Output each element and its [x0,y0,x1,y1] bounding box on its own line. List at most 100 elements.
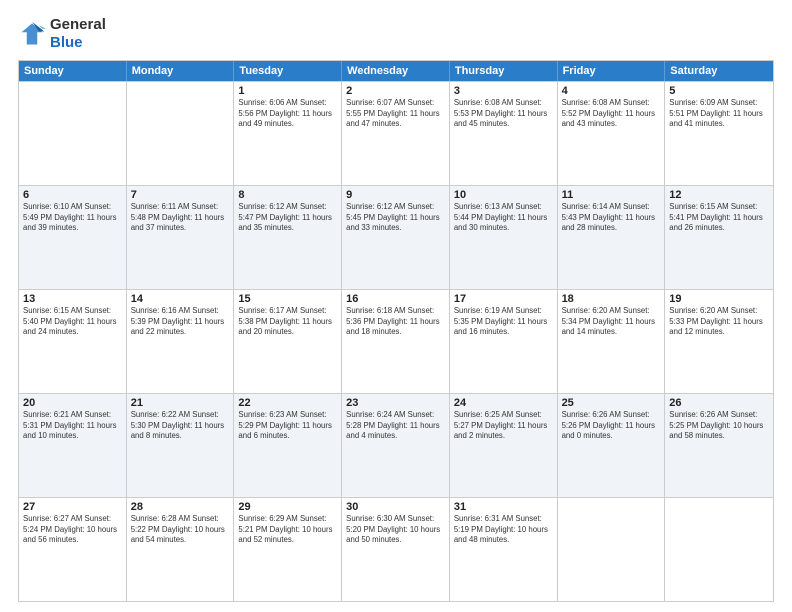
calendar-cell: 3Sunrise: 6:08 AM Sunset: 5:53 PM Daylig… [450,82,558,185]
cell-info: Sunrise: 6:18 AM Sunset: 5:36 PM Dayligh… [346,306,445,338]
calendar-cell [127,82,235,185]
calendar-cell: 9Sunrise: 6:12 AM Sunset: 5:45 PM Daylig… [342,186,450,289]
calendar-cell: 19Sunrise: 6:20 AM Sunset: 5:33 PM Dayli… [665,290,773,393]
calendar-cell: 13Sunrise: 6:15 AM Sunset: 5:40 PM Dayli… [19,290,127,393]
calendar-cell: 23Sunrise: 6:24 AM Sunset: 5:28 PM Dayli… [342,394,450,497]
header: General Blue [18,16,774,52]
cell-info: Sunrise: 6:20 AM Sunset: 5:34 PM Dayligh… [562,306,661,338]
cell-day-number: 2 [346,85,445,97]
calendar-cell: 7Sunrise: 6:11 AM Sunset: 5:48 PM Daylig… [127,186,235,289]
calendar-cell: 5Sunrise: 6:09 AM Sunset: 5:51 PM Daylig… [665,82,773,185]
cell-info: Sunrise: 6:27 AM Sunset: 5:24 PM Dayligh… [23,514,122,546]
cal-header-tuesday: Tuesday [234,61,342,81]
calendar-cell: 2Sunrise: 6:07 AM Sunset: 5:55 PM Daylig… [342,82,450,185]
calendar-cell [665,498,773,601]
cell-day-number: 20 [23,397,122,409]
cell-info: Sunrise: 6:14 AM Sunset: 5:43 PM Dayligh… [562,202,661,234]
calendar-cell: 1Sunrise: 6:06 AM Sunset: 5:56 PM Daylig… [234,82,342,185]
cell-info: Sunrise: 6:10 AM Sunset: 5:49 PM Dayligh… [23,202,122,234]
cell-day-number: 17 [454,293,553,305]
cell-day-number: 22 [238,397,337,409]
calendar-row-3: 20Sunrise: 6:21 AM Sunset: 5:31 PM Dayli… [19,393,773,497]
calendar-cell: 31Sunrise: 6:31 AM Sunset: 5:19 PM Dayli… [450,498,558,601]
cell-info: Sunrise: 6:21 AM Sunset: 5:31 PM Dayligh… [23,410,122,442]
calendar-cell: 18Sunrise: 6:20 AM Sunset: 5:34 PM Dayli… [558,290,666,393]
cell-info: Sunrise: 6:22 AM Sunset: 5:30 PM Dayligh… [131,410,230,442]
cell-info: Sunrise: 6:23 AM Sunset: 5:29 PM Dayligh… [238,410,337,442]
cell-day-number: 24 [454,397,553,409]
cell-info: Sunrise: 6:08 AM Sunset: 5:52 PM Dayligh… [562,98,661,130]
calendar-cell: 28Sunrise: 6:28 AM Sunset: 5:22 PM Dayli… [127,498,235,601]
cell-day-number: 7 [131,189,230,201]
cell-day-number: 1 [238,85,337,97]
calendar-cell [19,82,127,185]
calendar-cell [558,498,666,601]
calendar-cell: 14Sunrise: 6:16 AM Sunset: 5:39 PM Dayli… [127,290,235,393]
cell-day-number: 18 [562,293,661,305]
cell-info: Sunrise: 6:31 AM Sunset: 5:19 PM Dayligh… [454,514,553,546]
logo: General Blue [18,16,106,52]
cell-info: Sunrise: 6:17 AM Sunset: 5:38 PM Dayligh… [238,306,337,338]
cell-info: Sunrise: 6:13 AM Sunset: 5:44 PM Dayligh… [454,202,553,234]
cell-info: Sunrise: 6:26 AM Sunset: 5:26 PM Dayligh… [562,410,661,442]
cal-header-thursday: Thursday [450,61,558,81]
calendar-cell: 6Sunrise: 6:10 AM Sunset: 5:49 PM Daylig… [19,186,127,289]
cell-day-number: 10 [454,189,553,201]
calendar-cell: 12Sunrise: 6:15 AM Sunset: 5:41 PM Dayli… [665,186,773,289]
cell-day-number: 21 [131,397,230,409]
calendar-cell: 26Sunrise: 6:26 AM Sunset: 5:25 PM Dayli… [665,394,773,497]
calendar-cell: 20Sunrise: 6:21 AM Sunset: 5:31 PM Dayli… [19,394,127,497]
cell-info: Sunrise: 6:26 AM Sunset: 5:25 PM Dayligh… [669,410,769,442]
cell-day-number: 28 [131,501,230,513]
cal-header-friday: Friday [558,61,666,81]
calendar-cell: 10Sunrise: 6:13 AM Sunset: 5:44 PM Dayli… [450,186,558,289]
cell-info: Sunrise: 6:20 AM Sunset: 5:33 PM Dayligh… [669,306,769,338]
cell-day-number: 3 [454,85,553,97]
cell-day-number: 5 [669,85,769,97]
cell-info: Sunrise: 6:06 AM Sunset: 5:56 PM Dayligh… [238,98,337,130]
calendar-row-2: 13Sunrise: 6:15 AM Sunset: 5:40 PM Dayli… [19,289,773,393]
calendar-row-1: 6Sunrise: 6:10 AM Sunset: 5:49 PM Daylig… [19,185,773,289]
cell-day-number: 11 [562,189,661,201]
calendar-cell: 21Sunrise: 6:22 AM Sunset: 5:30 PM Dayli… [127,394,235,497]
cell-day-number: 25 [562,397,661,409]
cell-info: Sunrise: 6:12 AM Sunset: 5:45 PM Dayligh… [346,202,445,234]
cell-day-number: 6 [23,189,122,201]
cell-day-number: 30 [346,501,445,513]
cell-day-number: 9 [346,189,445,201]
cell-info: Sunrise: 6:12 AM Sunset: 5:47 PM Dayligh… [238,202,337,234]
cell-day-number: 27 [23,501,122,513]
cell-day-number: 14 [131,293,230,305]
cell-day-number: 15 [238,293,337,305]
cal-header-monday: Monday [127,61,235,81]
calendar-cell: 25Sunrise: 6:26 AM Sunset: 5:26 PM Dayli… [558,394,666,497]
calendar-row-4: 27Sunrise: 6:27 AM Sunset: 5:24 PM Dayli… [19,497,773,601]
cell-day-number: 4 [562,85,661,97]
cell-day-number: 8 [238,189,337,201]
calendar-cell: 24Sunrise: 6:25 AM Sunset: 5:27 PM Dayli… [450,394,558,497]
calendar-cell: 27Sunrise: 6:27 AM Sunset: 5:24 PM Dayli… [19,498,127,601]
cell-info: Sunrise: 6:15 AM Sunset: 5:40 PM Dayligh… [23,306,122,338]
cell-info: Sunrise: 6:15 AM Sunset: 5:41 PM Dayligh… [669,202,769,234]
cell-day-number: 16 [346,293,445,305]
cal-header-saturday: Saturday [665,61,773,81]
cell-info: Sunrise: 6:30 AM Sunset: 5:20 PM Dayligh… [346,514,445,546]
calendar-cell: 16Sunrise: 6:18 AM Sunset: 5:36 PM Dayli… [342,290,450,393]
cell-info: Sunrise: 6:28 AM Sunset: 5:22 PM Dayligh… [131,514,230,546]
cell-day-number: 13 [23,293,122,305]
cell-info: Sunrise: 6:16 AM Sunset: 5:39 PM Dayligh… [131,306,230,338]
logo-blue: Blue [50,34,83,51]
cell-info: Sunrise: 6:29 AM Sunset: 5:21 PM Dayligh… [238,514,337,546]
calendar-cell: 11Sunrise: 6:14 AM Sunset: 5:43 PM Dayli… [558,186,666,289]
cell-info: Sunrise: 6:07 AM Sunset: 5:55 PM Dayligh… [346,98,445,130]
calendar-cell: 30Sunrise: 6:30 AM Sunset: 5:20 PM Dayli… [342,498,450,601]
cell-info: Sunrise: 6:09 AM Sunset: 5:51 PM Dayligh… [669,98,769,130]
cal-header-wednesday: Wednesday [342,61,450,81]
cell-info: Sunrise: 6:25 AM Sunset: 5:27 PM Dayligh… [454,410,553,442]
logo-general: General [50,16,106,33]
cell-day-number: 26 [669,397,769,409]
cell-day-number: 31 [454,501,553,513]
calendar-cell: 4Sunrise: 6:08 AM Sunset: 5:52 PM Daylig… [558,82,666,185]
cell-info: Sunrise: 6:24 AM Sunset: 5:28 PM Dayligh… [346,410,445,442]
cal-header-sunday: Sunday [19,61,127,81]
